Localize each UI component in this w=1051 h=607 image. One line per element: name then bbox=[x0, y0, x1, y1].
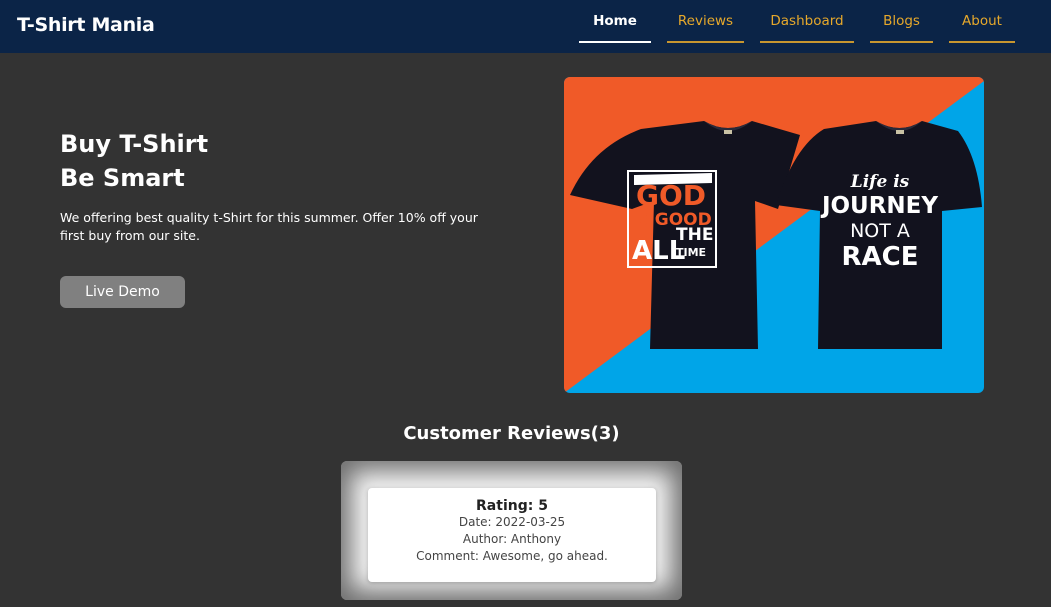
review-rating: Rating: 5 bbox=[476, 498, 548, 514]
nav-home[interactable]: Home bbox=[579, 0, 651, 43]
shirt1-text-god: GOD bbox=[636, 179, 706, 212]
shirt1-text-time: TIME bbox=[676, 246, 706, 259]
nav-blogs-label: Blogs bbox=[883, 13, 920, 29]
nav-dashboard-underline bbox=[760, 41, 854, 43]
nav-reviews-underline bbox=[667, 41, 744, 43]
hero-description: We offering best quality t-Shirt for thi… bbox=[60, 210, 478, 243]
shirt2-text-journey: JOURNEY bbox=[820, 193, 938, 219]
review-date: Date: 2022-03-25 bbox=[458, 515, 566, 529]
hero-title: Buy T-Shirt Be Smart bbox=[60, 127, 208, 195]
hero-tshirt-image: GOD IS GOOD ALL THE TIME Life is JOURNEY… bbox=[564, 77, 984, 393]
brand-logo[interactable]: T-Shirt Mania bbox=[17, 14, 155, 36]
nav-blogs-underline bbox=[870, 41, 933, 43]
shirt1-text-the: THE bbox=[676, 225, 713, 245]
review-card: Rating: 5 Date: 2022-03-25 Author: Antho… bbox=[368, 488, 656, 582]
nav-reviews-label: Reviews bbox=[677, 13, 734, 29]
nav-dashboard[interactable]: Dashboard bbox=[760, 0, 854, 43]
review-author: Author: Anthony bbox=[462, 532, 562, 546]
nav-about-label: About bbox=[962, 13, 1002, 29]
nav-blogs[interactable]: Blogs bbox=[870, 0, 933, 43]
hero-title-line1: Buy T-Shirt bbox=[60, 130, 209, 158]
live-demo-button[interactable]: Live Demo bbox=[60, 276, 185, 308]
nav-home-label: Home bbox=[593, 13, 637, 29]
hero-title-line2: Be Smart bbox=[60, 164, 185, 192]
shirt2-text-nota: NOT A bbox=[850, 220, 910, 242]
nav-reviews[interactable]: Reviews bbox=[667, 0, 744, 43]
shirt2-text-lifeis: Life is bbox=[850, 172, 910, 192]
shirt2-text-race: RACE bbox=[842, 242, 919, 272]
nav-home-underline bbox=[579, 41, 651, 43]
reviews-heading: Customer Reviews(3) bbox=[403, 423, 620, 444]
review-comment: Comment: Awesome, go ahead. bbox=[416, 549, 608, 563]
nav-about[interactable]: About bbox=[949, 0, 1015, 43]
nav-dashboard-label: Dashboard bbox=[770, 13, 844, 29]
top-navbar: T-Shirt Mania Home Reviews Dashboard Blo… bbox=[0, 0, 1051, 53]
nav-about-underline bbox=[949, 41, 1015, 43]
